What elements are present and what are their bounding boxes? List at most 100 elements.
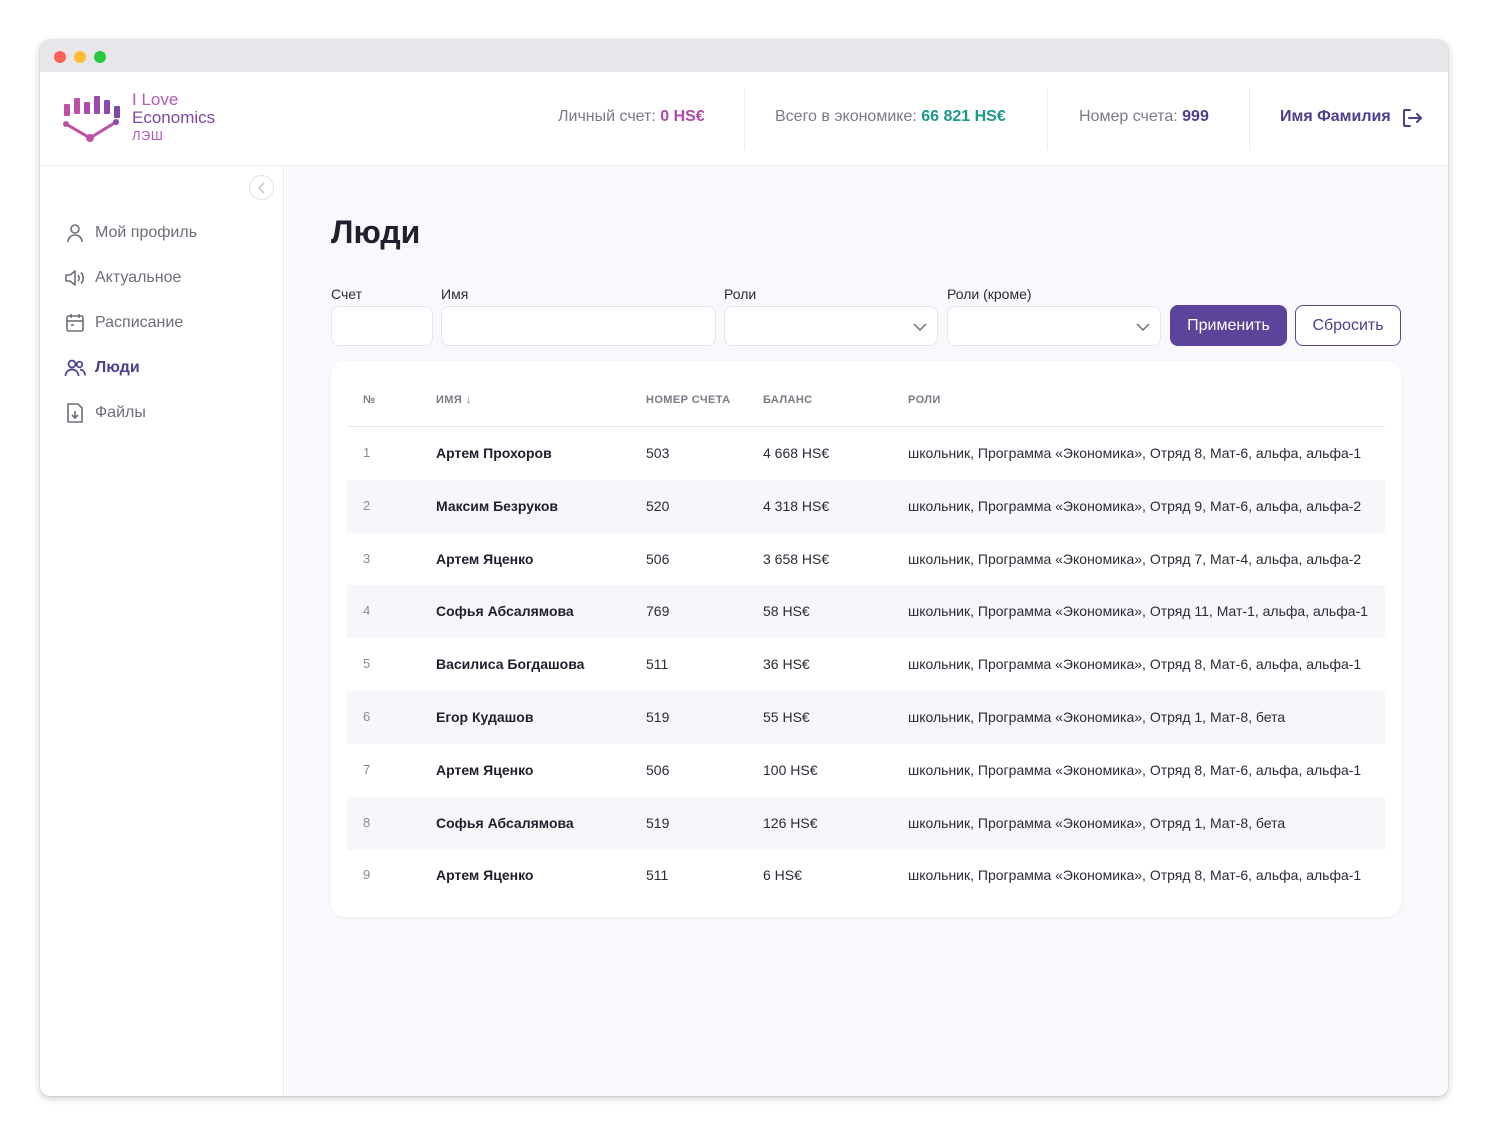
logout-icon[interactable]: [1400, 106, 1424, 130]
cell-number: 5: [363, 656, 371, 672]
collapse-sidebar-button[interactable]: [249, 175, 274, 200]
cell-balance: 58 HS€: [763, 603, 810, 620]
table-row[interactable]: 4 Софья Абсалямова 769 58 HS€ школьник, Прог…: [347, 585, 1385, 639]
window-titlebar: [40, 40, 1448, 72]
cell-balance: 3 658 HS€: [763, 550, 830, 567]
cell-roles: школьник, Программа «Экономика», Отряд 7…: [908, 550, 1362, 567]
cell-name: Максим Безруков: [436, 497, 559, 514]
cell-number: 2: [363, 497, 371, 513]
sidebar-item-schedule[interactable]: Расписание: [64, 310, 183, 336]
name-filter-label: Имя: [441, 286, 469, 302]
sidebar-item-files[interactable]: Файлы: [64, 400, 146, 426]
minimize-window-button[interactable]: [74, 51, 86, 63]
table-row[interactable]: 7 Артем Яценко 506 100 HS€ школьник, Програм…: [347, 744, 1385, 797]
roles-except-filter-select[interactable]: [947, 306, 1161, 346]
column-header-roles[interactable]: РОЛИ: [908, 394, 941, 406]
table-row[interactable]: 6 Егор Кудашов 519 55 HS€ школьник, Программ…: [347, 691, 1385, 744]
close-window-button[interactable]: [54, 51, 66, 63]
chevron-down-icon: [1136, 323, 1150, 332]
table-row[interactable]: 9 Артем Яценко 511 6 HS€ школьник, Программа…: [347, 849, 1385, 902]
page-title: Люди: [331, 214, 421, 250]
logo-text: I Love Economics ЛЭШ: [132, 91, 215, 145]
cell-roles: школьник, Программа «Экономика», Отряд 8…: [908, 445, 1362, 461]
cell-roles: школьник, Программа «Экономика», Отряд 1…: [908, 709, 1286, 725]
cell-balance: 4 318 HS€: [763, 497, 830, 514]
cell-account: 520: [646, 497, 670, 514]
cell-number: 3: [363, 550, 371, 566]
maximize-window-button[interactable]: [94, 51, 106, 63]
personal-account-stat: Личный счет: 0 HS€: [558, 108, 705, 126]
cell-account: 769: [646, 603, 670, 620]
account-number-stat: Номер счета: 999: [1079, 108, 1209, 126]
roles-except-filter-label: Роли (кроме): [947, 286, 1032, 302]
cell-name: Софья Абсалямова: [436, 814, 574, 831]
table-row[interactable]: 1 Артем Прохоров 503 4 668 HS€ школьник, Про…: [347, 427, 1385, 480]
main-content: Люди Счет Имя Роли Роли (кроме) Применит…: [285, 166, 1448, 1096]
app-window: I Love Economics ЛЭШ Личный счет: 0 HS€ …: [40, 40, 1448, 1096]
cell-name: Артем Яценко: [436, 550, 534, 567]
economy-total-stat: Всего в экономике: 66 821 HS€: [775, 108, 1006, 126]
account-filter-input[interactable]: [331, 306, 433, 346]
roles-filter-label: Роли: [724, 286, 757, 302]
account-number-label: Номер счета:: [1079, 108, 1183, 125]
cell-number: 1: [363, 445, 371, 460]
sidebar-item-news[interactable]: Актуальное: [64, 265, 181, 291]
user-icon: [64, 222, 86, 244]
column-header-number: №: [363, 394, 376, 406]
logo-line-1: I Love: [132, 90, 179, 109]
account-number-value: 999: [1182, 108, 1209, 125]
header-divider: [744, 88, 745, 150]
cell-balance: 6 HS€: [763, 867, 802, 884]
cell-number: 6: [363, 709, 371, 724]
file-download-icon: [64, 402, 86, 424]
table-row[interactable]: 5 Василиса Богдашова 511 36 HS€ школьник, Пр…: [347, 638, 1385, 691]
sidebar: Мой профиль Актуальное Расписание Люди Ф…: [40, 166, 284, 1096]
chevron-left-icon: [257, 182, 265, 194]
logo-icon[interactable]: [62, 92, 122, 148]
apply-filters-button[interactable]: Применить: [1170, 305, 1287, 346]
table-row[interactable]: 3 Артем Яценко 506 3 658 HS€ школьник, Прогр…: [347, 533, 1385, 586]
cell-roles: школьник, Программа «Экономика», Отряд 8…: [908, 867, 1362, 884]
cell-name: Артем Яценко: [436, 867, 534, 884]
cell-account: 511: [646, 656, 669, 673]
cell-balance: 4 668 HS€: [763, 445, 830, 461]
table-row[interactable]: 2 Максим Безруков 520 4 318 HS€ школьник, Пр…: [347, 479, 1385, 533]
roles-filter-select[interactable]: [724, 306, 938, 346]
sidebar-item-label: Мой профиль: [95, 224, 198, 241]
column-header-balance[interactable]: БАЛАНС: [763, 394, 813, 406]
column-header-name[interactable]: ИМЯ ↓: [436, 394, 472, 406]
economy-total-label: Всего в экономике:: [775, 108, 922, 125]
personal-account-label: Личный счет:: [558, 108, 661, 125]
column-header-account[interactable]: НОМЕР СЧЕТА: [646, 394, 731, 406]
user-name-link[interactable]: Имя Фамилия: [1280, 108, 1391, 126]
cell-roles: школьник, Программа «Экономика», Отряд 1…: [908, 603, 1368, 620]
cell-roles: школьник, Программа «Экономика», Отряд 1…: [908, 814, 1286, 831]
cell-name: Софья Абсалямова: [436, 603, 574, 620]
people-table: № ИМЯ ↓ НОМЕР СЧЕТА БАЛАНС РОЛИ 1 Артем П…: [331, 361, 1401, 917]
cell-account: 519: [646, 709, 670, 725]
account-filter-label: Счет: [331, 286, 362, 302]
cell-roles: школьник, Программа «Экономика», Отряд 8…: [908, 761, 1362, 778]
sidebar-item-profile[interactable]: Мой профиль: [64, 220, 197, 246]
header-divider: [1047, 88, 1048, 150]
cell-account: 503: [646, 445, 670, 461]
reset-filters-button[interactable]: Сбросить: [1295, 305, 1401, 346]
sidebar-item-label: Люди: [95, 359, 140, 376]
cell-roles: школьник, Программа «Экономика», Отряд 8…: [908, 656, 1362, 673]
sidebar-item-people[interactable]: Люди: [64, 355, 140, 381]
cell-balance: 36 HS€: [763, 656, 810, 673]
table-row[interactable]: 8 Софья Абсалямова 519 126 HS€ школьник, Про…: [347, 796, 1385, 850]
cell-name: Артем Яценко: [436, 761, 534, 778]
cell-account: 506: [646, 550, 670, 567]
chevron-down-icon: [913, 323, 927, 332]
sidebar-item-label: Файлы: [95, 404, 146, 421]
cell-balance: 126 HS€: [763, 814, 818, 831]
cell-name: Егор Кудашов: [436, 709, 534, 725]
calendar-icon: [64, 312, 86, 334]
sidebar-item-label: Расписание: [95, 314, 184, 331]
name-filter-input[interactable]: [441, 306, 716, 346]
top-header: I Love Economics ЛЭШ Личный счет: 0 HS€ …: [40, 72, 1448, 166]
cell-number: 4: [363, 603, 371, 619]
table-header: № ИМЯ ↓ НОМЕР СЧЕТА БАЛАНС РОЛИ: [347, 361, 1385, 427]
header-divider: [1249, 88, 1250, 150]
